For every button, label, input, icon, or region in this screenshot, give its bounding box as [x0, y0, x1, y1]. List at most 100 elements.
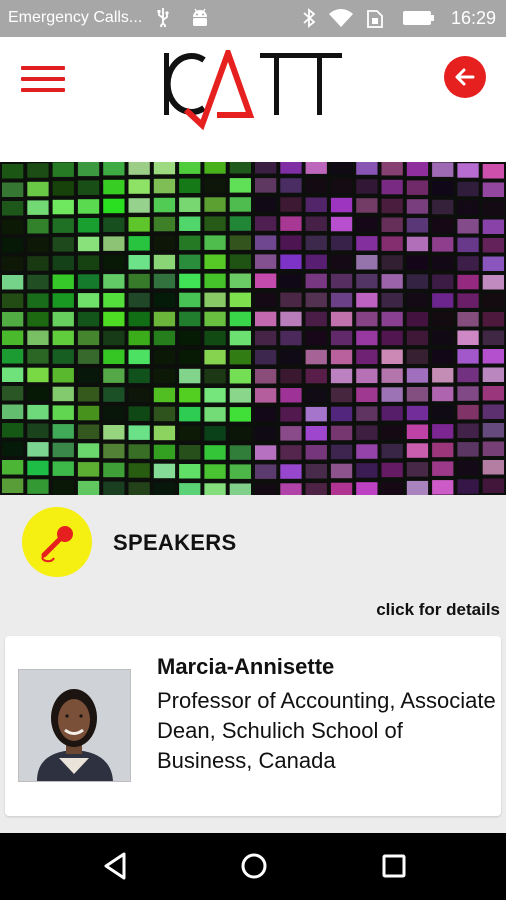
video-tile [153, 387, 176, 403]
video-tile [330, 349, 353, 365]
video-tile [482, 219, 504, 234]
video-tile [179, 368, 201, 384]
video-tile [280, 483, 302, 495]
video-tile [255, 426, 277, 441]
video-tile [482, 256, 504, 271]
video-tile [103, 330, 125, 346]
video-tile [381, 481, 403, 495]
video-tile [103, 462, 125, 478]
video-tile [2, 478, 24, 493]
video-tile [52, 311, 74, 327]
back-triangle-icon [104, 852, 126, 880]
video-tile [153, 330, 176, 346]
video-tile [482, 404, 504, 419]
video-tile [27, 442, 49, 457]
video-tile [179, 445, 201, 460]
video-tile [432, 181, 454, 196]
video-tile [255, 216, 277, 231]
video-tile [27, 330, 49, 345]
video-tile [356, 368, 378, 384]
video-tile [27, 293, 49, 308]
video-tile [77, 480, 100, 495]
video-tile [482, 182, 504, 197]
video-tile [204, 311, 226, 327]
video-tile [204, 178, 226, 193]
video-tile [204, 197, 226, 212]
back-button[interactable] [444, 56, 486, 98]
video-tile [2, 441, 24, 456]
hero-video-wall-image [0, 162, 506, 495]
video-tile [153, 273, 176, 289]
video-tile [356, 273, 378, 289]
video-tile [305, 445, 327, 460]
video-tile [482, 349, 504, 364]
video-tile [179, 273, 201, 289]
video-tile [204, 273, 226, 289]
clock: 16:29 [450, 8, 496, 28]
video-tile [381, 443, 403, 459]
video-tile [77, 405, 100, 421]
video-tile [406, 199, 429, 214]
video-tile [128, 255, 150, 270]
video-tile [305, 216, 327, 231]
video-tile [204, 254, 226, 269]
video-tile [2, 404, 24, 419]
video-tile [255, 311, 277, 327]
microphone-icon [22, 507, 92, 577]
speaker-name: Marcia-Annisette [157, 654, 335, 679]
video-tile [305, 197, 327, 212]
video-tile [229, 235, 251, 250]
video-tile [103, 443, 125, 459]
video-tile [356, 162, 378, 175]
video-tile [432, 162, 454, 177]
video-tile [27, 349, 49, 364]
video-tile [457, 442, 479, 457]
video-tile [381, 311, 403, 327]
video-tile [77, 274, 100, 289]
video-tile [432, 424, 454, 439]
back-arrow-icon [455, 68, 475, 86]
video-tile [2, 164, 24, 179]
video-tile [77, 293, 100, 308]
video-tile [153, 292, 176, 308]
video-tile [432, 442, 454, 458]
nav-home-button[interactable] [234, 848, 274, 884]
video-tile [305, 178, 327, 193]
video-tile [381, 217, 403, 232]
video-tile [229, 407, 251, 422]
video-tile [204, 330, 226, 346]
video-tile [432, 368, 454, 383]
video-tile [356, 179, 378, 194]
video-tile [153, 482, 176, 495]
video-tile [406, 293, 429, 308]
speaker-photo [18, 669, 131, 782]
video-tile [128, 273, 150, 289]
video-tile [280, 426, 302, 441]
video-tile [280, 292, 302, 308]
nav-recents-button[interactable] [374, 848, 414, 884]
video-tile [103, 274, 125, 289]
video-tile [406, 424, 429, 439]
video-tile [432, 311, 454, 327]
video-tile [229, 330, 251, 346]
video-tile [356, 217, 378, 232]
video-tile [255, 178, 277, 193]
video-tile [330, 463, 353, 479]
video-tile [482, 201, 504, 216]
video-tile [204, 368, 226, 384]
video-tile [77, 218, 100, 233]
video-tile [381, 274, 403, 289]
video-tile [381, 162, 403, 176]
hamburger-menu-icon[interactable] [21, 66, 65, 92]
video-tile [179, 235, 201, 251]
video-tile [229, 292, 251, 308]
video-tile [179, 349, 201, 365]
video-tile [406, 255, 429, 270]
video-tile [27, 479, 49, 494]
video-tile [280, 349, 302, 365]
video-tile [27, 404, 49, 420]
video-tile [204, 349, 226, 365]
video-tile [330, 330, 353, 346]
video-tile [482, 293, 504, 308]
nav-back-button[interactable] [96, 848, 136, 884]
